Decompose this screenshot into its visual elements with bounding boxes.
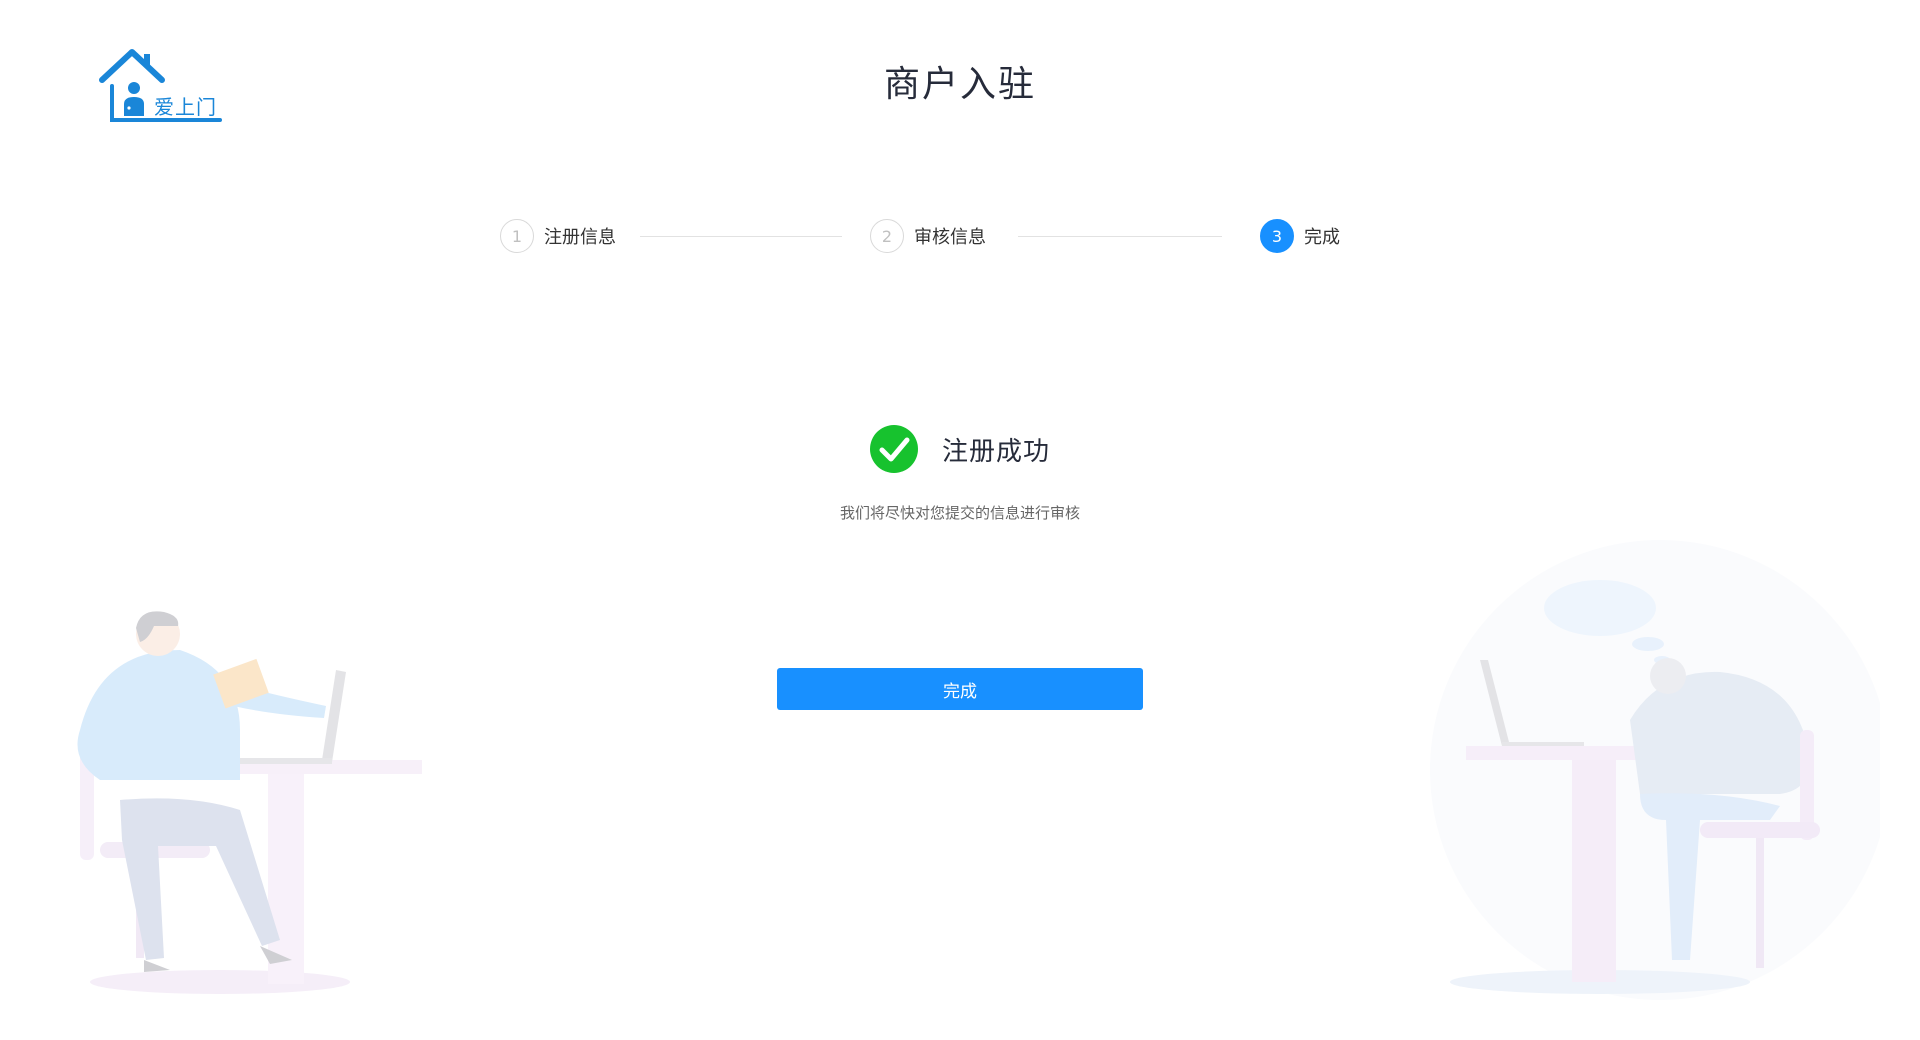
step-review-info: 2 审核信息 [870, 217, 986, 255]
step-label: 注册信息 [544, 227, 616, 248]
done-button[interactable]: 完成 [777, 668, 1143, 710]
page-title: 商户入驻 [883, 64, 1036, 105]
result-title: 注册成功 [941, 436, 1050, 467]
step-complete: 3 完成 [1260, 217, 1340, 255]
step-number: 1 [500, 219, 534, 253]
step-number: 3 [1260, 219, 1294, 253]
step-number: 2 [870, 219, 904, 253]
step-connector [640, 236, 842, 237]
result-header: 注册成功 [0, 425, 1920, 473]
step-label: 完成 [1304, 227, 1340, 248]
check-circle-icon [869, 425, 918, 473]
step-label: 审核信息 [914, 227, 986, 248]
step-connector [1018, 236, 1222, 237]
steps: 1 注册信息 2 审核信息 3 完成 [500, 217, 1390, 255]
thinking-person-illustration [1430, 540, 1880, 1000]
person-at-desk-illustration [77, 611, 422, 994]
step-register-info: 1 注册信息 [500, 217, 616, 255]
